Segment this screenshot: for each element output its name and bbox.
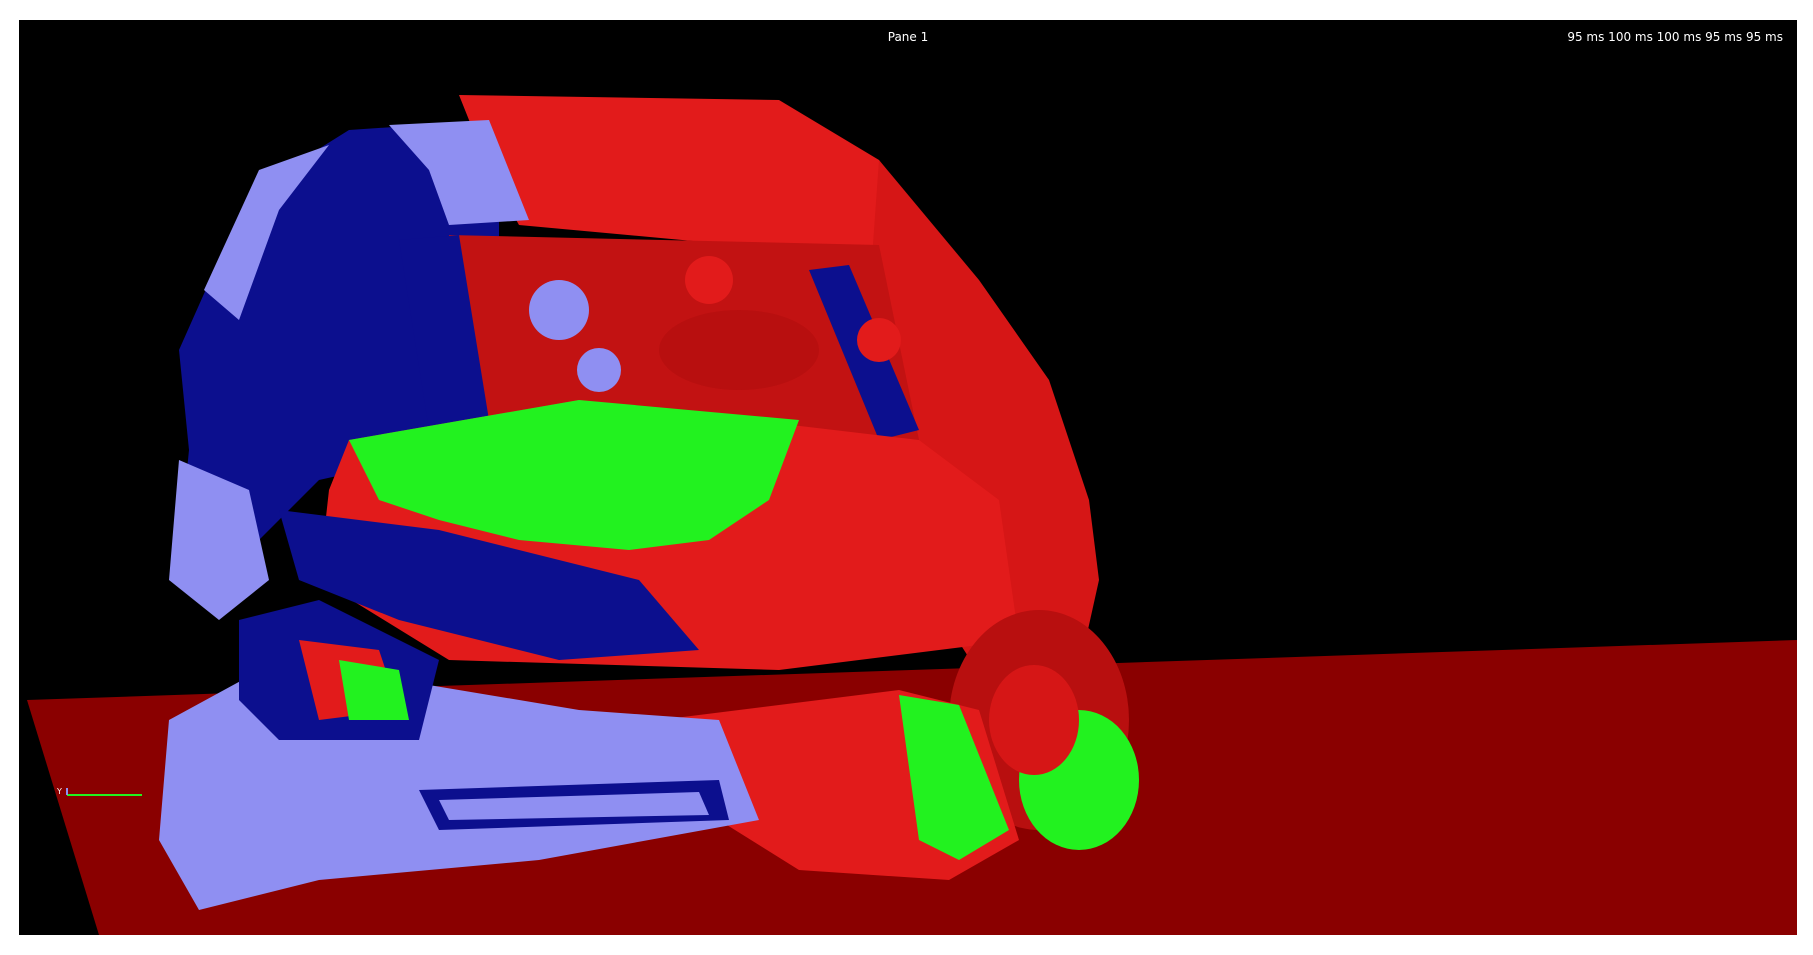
axis-label: Y — [57, 787, 62, 796]
crash-scene[interactable] — [19, 20, 1797, 935]
dummy-head-left — [529, 280, 589, 340]
dummy-hand — [857, 318, 901, 362]
wheel-right-hub — [989, 665, 1079, 775]
dummy-head-right — [685, 256, 733, 304]
axis-triad-icon: Y — [57, 787, 142, 796]
time-readout: 95 ms 100 ms 100 ms 95 ms 95 ms — [1567, 30, 1783, 44]
dummy-torso — [659, 310, 819, 390]
3d-viewport[interactable]: Pane 1 95 ms 100 ms 100 ms 95 ms 95 ms Y — [19, 20, 1797, 935]
roof-panel — [459, 95, 919, 260]
dummy-shoulder — [577, 348, 621, 392]
pane-title: Pane 1 — [887, 30, 929, 44]
